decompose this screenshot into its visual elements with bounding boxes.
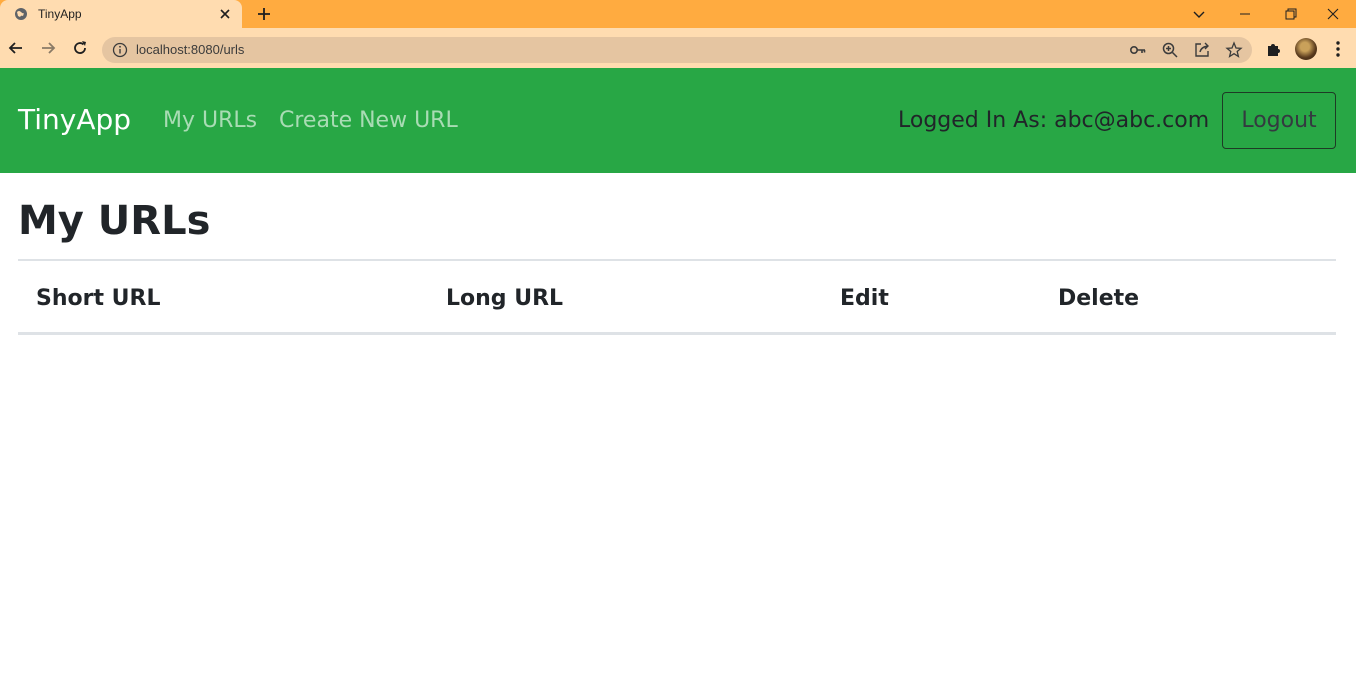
column-header-delete: Delete: [1058, 286, 1140, 311]
logged-in-status: Logged In As: abc@abc.com: [898, 108, 1210, 133]
reload-icon[interactable]: [70, 38, 90, 58]
brand-link[interactable]: TinyApp: [18, 103, 131, 136]
nav-create-new-url[interactable]: Create New URL: [279, 108, 458, 133]
close-icon: [1327, 8, 1339, 20]
address-bar[interactable]: localhost:8080/urls: [102, 37, 1252, 63]
restore-button[interactable]: [1268, 0, 1314, 28]
key-icon[interactable]: [1129, 41, 1147, 59]
url-text[interactable]: localhost:8080/urls: [136, 42, 244, 57]
forward-arrow-icon[interactable]: [38, 38, 58, 58]
column-header-short-url: Short URL: [36, 286, 161, 311]
tab-search-button[interactable]: [1176, 0, 1222, 28]
avatar: [1295, 38, 1317, 60]
back-arrow-icon[interactable]: [6, 38, 26, 58]
restore-icon: [1285, 8, 1297, 20]
extensions-button[interactable]: [1263, 38, 1285, 60]
close-tab-icon[interactable]: [218, 7, 232, 21]
tab-title: TinyApp: [38, 7, 82, 21]
close-window-button[interactable]: [1310, 0, 1356, 28]
profile-button[interactable]: [1295, 38, 1317, 60]
logout-button[interactable]: Logout: [1222, 92, 1336, 149]
globe-icon: [15, 8, 27, 20]
browser-tabstrip: TinyApp: [0, 0, 1356, 28]
more-vertical-icon: [1336, 41, 1340, 57]
browser-menu-button[interactable]: [1327, 38, 1349, 60]
site-info-icon[interactable]: [112, 42, 128, 58]
table-header-divider: [18, 332, 1336, 335]
chevron-down-icon: [1193, 11, 1205, 18]
page-title: My URLs: [18, 198, 211, 244]
app-navbar: TinyApp My URLs Create New URL Logged In…: [0, 68, 1356, 173]
browser-tab[interactable]: TinyApp: [0, 0, 242, 28]
zoom-icon[interactable]: [1161, 41, 1179, 59]
puzzle-icon: [1268, 44, 1280, 56]
column-header-long-url: Long URL: [446, 286, 564, 311]
share-icon[interactable]: [1193, 41, 1211, 59]
minimize-icon: [1240, 13, 1250, 15]
column-header-edit: Edit: [840, 286, 889, 311]
nav-my-urls[interactable]: My URLs: [163, 108, 257, 133]
bookmark-star-icon[interactable]: [1225, 41, 1243, 59]
minimize-button[interactable]: [1222, 0, 1268, 28]
new-tab-icon[interactable]: [255, 5, 273, 23]
table-top-divider: [18, 259, 1336, 261]
